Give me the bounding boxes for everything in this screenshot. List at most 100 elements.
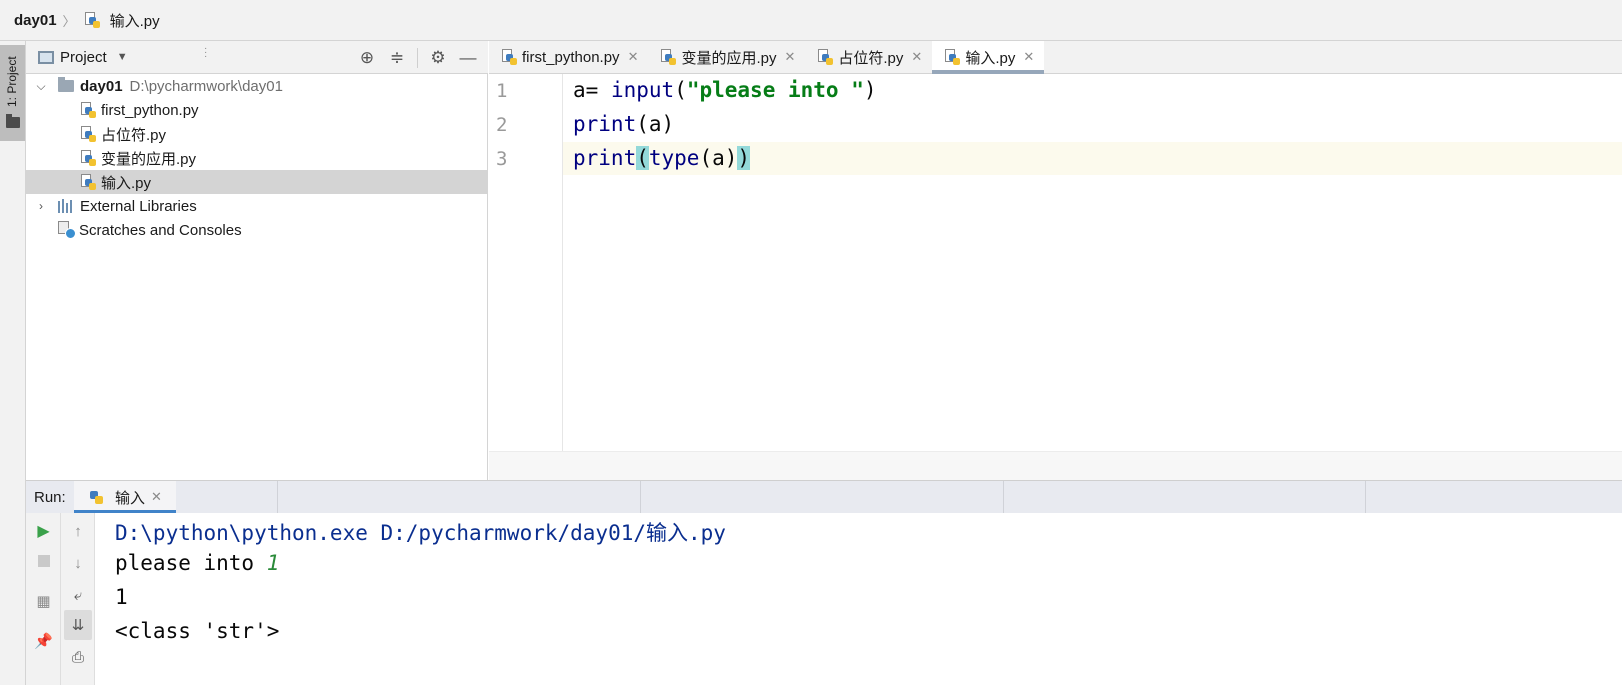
- run-console[interactable]: D:\python\python.exe D:/pycharmwork/day0…: [96, 513, 1622, 685]
- python-file-icon: [501, 49, 517, 65]
- breadcrumb-project[interactable]: day01: [14, 12, 57, 29]
- navigation-bar: day01 〉 输入.py: [0, 0, 1622, 41]
- tree-root-name: day01: [80, 77, 123, 95]
- chevron-down-icon[interactable]: ⌵: [34, 79, 48, 94]
- line-number-gutter: 1 2 3: [489, 74, 563, 451]
- pin-icon[interactable]: 📌: [26, 626, 61, 656]
- close-icon[interactable]: ✕: [628, 49, 639, 65]
- python-file-icon: [80, 174, 96, 190]
- tab-first-python[interactable]: first_python.py ✕: [489, 41, 648, 73]
- collapse-all-icon[interactable]: ≑: [383, 44, 411, 72]
- soft-wrap-icon[interactable]: ⤶: [61, 580, 95, 610]
- toolbar-divider: [417, 47, 418, 68]
- code-token: (a): [636, 112, 675, 136]
- tree-file-label: first_python.py: [101, 101, 199, 119]
- library-icon: [58, 199, 74, 213]
- close-icon[interactable]: ✕: [784, 49, 795, 65]
- code-line[interactable]: print(a): [573, 112, 674, 136]
- tree-item-root[interactable]: ⌵ day01 D:\pycharmwork\day01: [26, 74, 488, 98]
- close-icon[interactable]: ✕: [911, 49, 922, 65]
- tree-item-file[interactable]: first_python.py: [26, 98, 488, 122]
- tree-external-libraries-label: External Libraries: [80, 197, 197, 215]
- header-divider: [1365, 481, 1366, 514]
- folder-icon: [6, 114, 20, 128]
- project-tree: ⌵ day01 D:\pycharmwork\day01 first_pytho…: [26, 74, 488, 480]
- code-token: =: [585, 78, 599, 102]
- code-token: ): [863, 78, 877, 102]
- header-divider: [277, 481, 278, 514]
- code-editor[interactable]: 1 2 3 a= input("please into ") print(a) …: [489, 74, 1622, 451]
- stop-icon[interactable]: [26, 546, 61, 576]
- code-token: input: [610, 78, 675, 102]
- project-pane-icon: [38, 50, 54, 64]
- pycharm-window: day01 〉 输入.py 1: Project Project ▼ · · · ⊕…: [0, 0, 1622, 685]
- code-token: (: [674, 78, 687, 102]
- scroll-to-end-icon[interactable]: ⇊: [64, 610, 92, 640]
- rerun-icon[interactable]: ▶: [26, 516, 61, 546]
- close-icon[interactable]: ✕: [151, 489, 162, 505]
- header-divider: [1003, 481, 1004, 514]
- run-panel-header: Run: 输入 ✕: [26, 480, 1622, 514]
- python-file-icon: [84, 12, 100, 28]
- line-number: 2: [496, 114, 508, 136]
- run-toolbar-secondary: ↑ ↓ ⤶ ⇊ ⎙: [61, 513, 95, 685]
- project-tool-window-button[interactable]: 1: Project: [0, 45, 25, 141]
- console-output-line: 1: [115, 585, 128, 609]
- breadcrumb-file-label: 输入.py: [109, 12, 160, 30]
- tab-variable-usage[interactable]: 变量的应用.py ✕: [648, 41, 805, 73]
- tree-item-file-selected[interactable]: 输入.py: [26, 170, 488, 194]
- python-file-icon: [80, 150, 96, 166]
- line-number: 3: [496, 148, 508, 170]
- console-user-input: 1: [266, 551, 280, 575]
- python-file-icon: [660, 49, 677, 65]
- tree-item-file[interactable]: 占位符.py: [26, 122, 488, 146]
- python-file-icon: [817, 49, 834, 65]
- hide-panel-icon[interactable]: —: [454, 44, 482, 72]
- code-token: print: [573, 146, 637, 170]
- python-file-icon: [944, 49, 961, 65]
- tree-item-scratches[interactable]: Scratches and Consoles: [26, 218, 488, 242]
- chevron-right-icon[interactable]: ›: [34, 199, 48, 213]
- tree-scratches-label: Scratches and Consoles: [79, 221, 242, 239]
- breadcrumb-file[interactable]: 输入.py: [84, 10, 160, 31]
- editor-tab-bar: first_python.py ✕ 变量的应用.py ✕ 占位符.py ✕ 输入…: [489, 41, 1622, 74]
- drag-handle-icon[interactable]: · · ·: [204, 44, 207, 62]
- run-label: Run:: [34, 488, 66, 506]
- code-token: a: [573, 78, 586, 102]
- code-line[interactable]: print(type(a)): [573, 146, 751, 170]
- tab-label: first_python.py: [522, 48, 620, 66]
- project-tool-window-label: 1: Project: [5, 56, 19, 107]
- arrow-down-icon[interactable]: ↓: [61, 548, 95, 578]
- layout-icon[interactable]: ▦: [26, 586, 61, 616]
- arrow-up-icon[interactable]: ↑: [61, 516, 95, 546]
- code-token: (a): [699, 146, 738, 170]
- tree-item-file[interactable]: 变量的应用.py: [26, 146, 488, 170]
- python-run-icon: [88, 489, 104, 505]
- close-icon[interactable]: ✕: [1023, 49, 1034, 65]
- project-view-selector[interactable]: Project ▼: [26, 49, 128, 66]
- tree-file-label: 变量的应用.py: [101, 150, 197, 168]
- line-number: 1: [496, 80, 508, 102]
- locate-file-icon[interactable]: ⊕: [353, 44, 381, 72]
- console-output-line: <class 'str'>: [115, 619, 280, 643]
- print-icon[interactable]: ⎙: [61, 642, 95, 672]
- breadcrumb-separator-icon: 〉: [62, 13, 76, 29]
- console-prompt-line: please into 1: [115, 551, 279, 575]
- tab-label: 变量的应用.py: [681, 49, 777, 67]
- chevron-down-icon: ▼: [116, 51, 128, 63]
- gear-icon[interactable]: ⚙: [424, 44, 452, 72]
- console-prompt: please into: [115, 551, 267, 575]
- scratches-icon: [58, 221, 76, 239]
- tree-item-external-libraries[interactable]: › External Libraries: [26, 194, 488, 218]
- project-panel-toolbar: ⊕ ≑ ⚙ —: [353, 41, 482, 74]
- project-panel-header: Project ▼ · · · ⊕ ≑ ⚙ —: [26, 41, 488, 74]
- code-line[interactable]: a= input("please into "): [573, 78, 877, 102]
- tree-file-label: 占位符.py: [101, 126, 167, 144]
- tab-label: 输入.py: [965, 49, 1016, 67]
- code-token: print: [573, 112, 637, 136]
- code-token: "please into ": [686, 78, 864, 102]
- tab-input-active[interactable]: 输入.py ✕: [932, 41, 1045, 74]
- tab-placeholder[interactable]: 占位符.py ✕: [805, 41, 932, 73]
- run-tab[interactable]: 输入 ✕: [74, 481, 176, 513]
- run-tab-label: 输入: [115, 489, 146, 507]
